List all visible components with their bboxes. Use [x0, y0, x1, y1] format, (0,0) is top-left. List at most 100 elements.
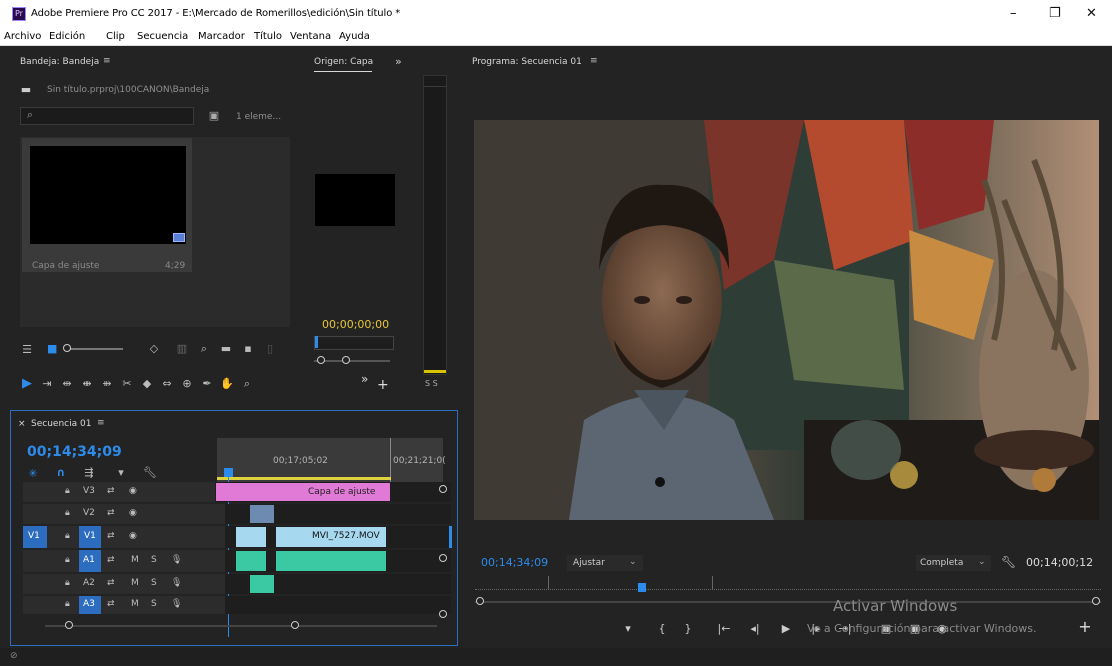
menu-ayuda[interactable]: Ayuda — [339, 31, 370, 42]
mute-button[interactable]: M — [131, 578, 139, 588]
track-name[interactable]: A1 — [79, 550, 101, 572]
project-item-card[interactable]: Capa de ajuste 4;29 — [22, 138, 192, 272]
program-zoom-handle-left[interactable] — [476, 597, 484, 605]
lock-icon[interactable]: 🔒︎ — [65, 555, 70, 565]
track-area[interactable]: Capa de ajuste — [215, 482, 451, 502]
program-zoom-bar[interactable] — [475, 601, 1101, 603]
rate-stretch-tool-icon[interactable]: ⇻ — [100, 378, 114, 390]
menu-clip[interactable]: Clip — [106, 31, 125, 42]
sync-lock-icon[interactable]: ⇄ — [107, 578, 115, 588]
add-marker-icon[interactable]: ▾ — [621, 623, 635, 635]
sync-lock-icon[interactable]: ⇄ — [107, 555, 115, 565]
source-time-ruler[interactable] — [314, 336, 394, 350]
timeline-tab[interactable]: Secuencia 01 — [31, 419, 91, 429]
minimize-icon[interactable]: – — [1010, 6, 1017, 21]
program-panel-tab[interactable]: Programa: Secuencia 01 — [472, 57, 582, 67]
source-zoom-bar[interactable] — [314, 360, 390, 362]
track-name[interactable]: V1 — [79, 526, 101, 548]
track-area[interactable] — [225, 574, 451, 594]
find-icon[interactable]: ⌕ — [198, 343, 210, 355]
go-to-in-icon[interactable]: |← — [717, 623, 731, 635]
track-area[interactable] — [225, 596, 451, 614]
icon-view-icon[interactable]: ■ — [47, 343, 57, 355]
mark-in-icon[interactable]: { — [655, 623, 669, 635]
track-area[interactable]: MVI_7527.MOV — [225, 526, 451, 548]
scroll-handle[interactable] — [439, 554, 447, 562]
solo-button[interactable]: S — [151, 599, 157, 609]
hand-tool-icon[interactable]: ✋ — [220, 378, 234, 390]
track-area[interactable] — [225, 504, 451, 524]
mute-button[interactable]: M — [131, 555, 139, 565]
timeline-timecode[interactable]: 00;14;34;09 — [27, 444, 122, 460]
panel-overflow-icon[interactable]: » — [395, 55, 402, 68]
ripple-edit-tool-icon[interactable]: ⇹ — [60, 378, 74, 390]
nest-icon[interactable]: ✳ — [27, 468, 39, 480]
timeline-settings-icon[interactable]: 🔧︎ — [143, 467, 157, 479]
audio-clip[interactable] — [235, 550, 267, 572]
lock-icon[interactable]: 🔒︎ — [65, 531, 70, 541]
zoom-tool-icon[interactable]: ⌕ — [240, 378, 254, 390]
track-height-bar[interactable] — [449, 526, 452, 548]
slip-tool-icon[interactable]: ◆ — [140, 378, 154, 390]
program-zoom-handle-right[interactable] — [1092, 597, 1100, 605]
scroll-handle[interactable] — [439, 610, 447, 618]
adjustment-layer-clip[interactable]: Capa de ajuste — [215, 482, 391, 502]
zoom-slider[interactable] — [65, 348, 123, 350]
linked-selection-icon[interactable]: ⇶ — [83, 467, 95, 479]
audio-clip-main[interactable] — [275, 550, 387, 572]
source-patch-v1[interactable]: V1 — [23, 526, 47, 548]
program-playhead[interactable] — [638, 583, 646, 592]
snap-icon[interactable]: ∩ — [55, 467, 67, 479]
program-menu-icon[interactable]: ≡ — [590, 56, 598, 66]
track-name[interactable]: A3 — [79, 596, 101, 614]
video-clip[interactable] — [249, 504, 275, 524]
slide-tool-icon[interactable]: ⇔ — [160, 378, 174, 390]
source-timecode[interactable]: 00;00;00;00 — [322, 318, 389, 331]
microphone-icon[interactable]: 🎙︎ — [171, 578, 182, 588]
program-work-area[interactable] — [548, 576, 713, 590]
solo-button[interactable]: S — [151, 578, 157, 588]
close-icon[interactable]: ✕ — [1086, 6, 1097, 21]
quality-dropdown[interactable]: Completa ⌄ — [916, 555, 991, 571]
sync-lock-icon[interactable]: ⇄ — [107, 486, 115, 496]
timeline-zoom-handle-right[interactable] — [291, 621, 299, 629]
pen-tool-icon[interactable]: ⊕ — [180, 378, 194, 390]
eye-icon[interactable]: ◉ — [129, 531, 137, 541]
source-panel-tab[interactable]: Origen: Capa — [314, 57, 373, 67]
lock-icon[interactable]: 🔒︎ — [65, 508, 70, 518]
timeline-menu-icon[interactable]: ≡ — [97, 418, 105, 428]
lock-icon[interactable]: 🔒︎ — [65, 486, 70, 496]
fit-dropdown[interactable]: Ajustar ⌄ — [567, 555, 643, 571]
program-timecode[interactable]: 00;14;34;09 — [481, 556, 548, 569]
razor-tool-icon[interactable]: ✂ — [120, 378, 134, 390]
panel-menu-icon[interactable]: ≡ — [103, 56, 111, 66]
timeline-zoom-bar[interactable] — [45, 625, 437, 627]
rolling-edit-tool-icon[interactable]: ⇼ — [80, 378, 94, 390]
source-zoom-handle-right[interactable] — [342, 356, 350, 364]
selection-tool-icon[interactable]: ▶ — [20, 377, 34, 390]
clear-icon[interactable]: ▯ — [264, 343, 276, 355]
solo-button[interactable]: S — [151, 555, 157, 565]
sync-lock-icon[interactable]: ⇄ — [107, 531, 115, 541]
microphone-icon[interactable]: 🎙︎ — [171, 599, 182, 609]
source-zoom-handle-left[interactable] — [317, 356, 325, 364]
solo-buttons[interactable]: S S — [425, 379, 438, 388]
project-panel-tab[interactable]: Bandeja: Bandeja — [20, 57, 99, 67]
mark-out-icon[interactable]: } — [681, 623, 695, 635]
list-view-icon[interactable]: ☰ — [20, 344, 34, 356]
video-clip[interactable] — [235, 526, 267, 548]
zoom-slider-handle[interactable] — [63, 344, 71, 352]
wrench-icon[interactable]: 🔧︎ — [1001, 556, 1016, 568]
menu-archivo[interactable]: Archivo — [4, 31, 41, 42]
eye-icon[interactable]: ◉ — [129, 508, 137, 518]
menu-titulo[interactable]: Título — [254, 31, 282, 42]
menu-ventana[interactable]: Ventana — [290, 31, 331, 42]
search-input[interactable] — [20, 107, 194, 125]
source-playhead[interactable] — [315, 336, 318, 348]
mute-button[interactable]: M — [131, 599, 139, 609]
source-overflow-icon[interactable]: » — [361, 372, 368, 386]
microphone-icon[interactable]: 🎙︎ — [171, 555, 182, 565]
scroll-handle[interactable] — [439, 485, 447, 493]
restore-icon[interactable]: ❐ — [1049, 6, 1061, 21]
timeline-zoom-handle-left[interactable] — [65, 621, 73, 629]
